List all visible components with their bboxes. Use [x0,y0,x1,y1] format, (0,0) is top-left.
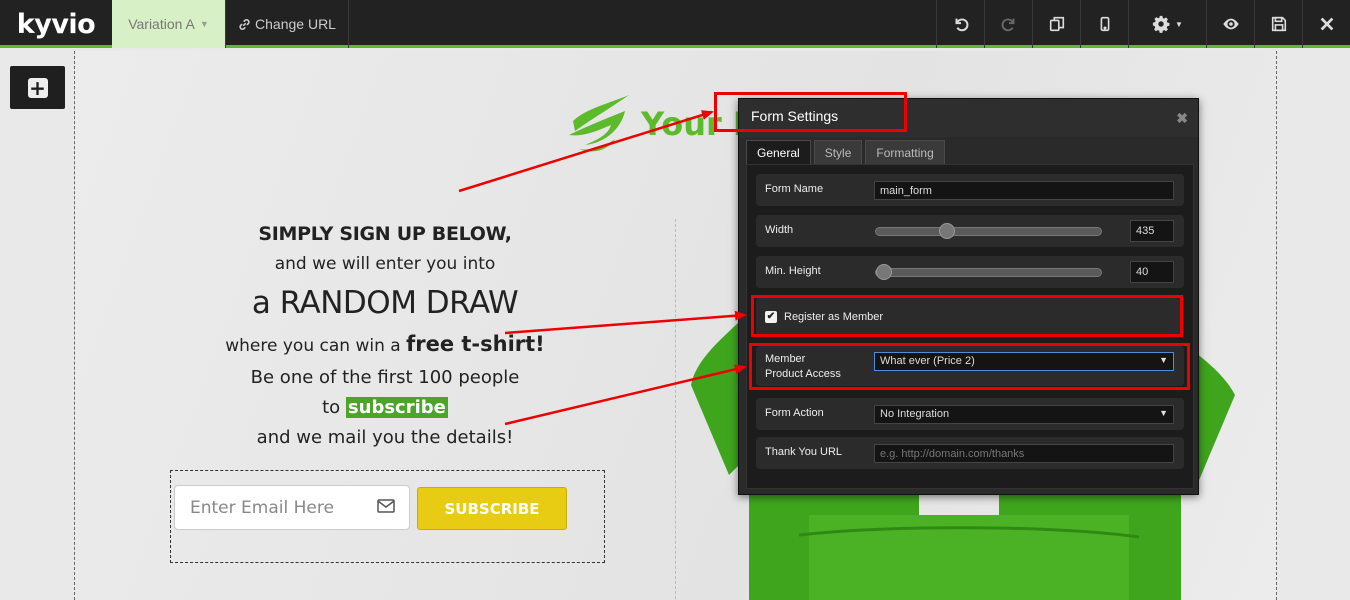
thank-you-url-label: Thank You URL [765,446,843,458]
signup-form[interactable]: SUBSCRIBE [170,470,605,563]
change-url-label: Change URL [255,16,336,32]
tab-style[interactable]: Style [813,140,863,164]
width-slider-handle[interactable] [939,223,955,239]
annotation-box-member-access [749,343,1190,390]
width-slider[interactable] [875,223,1102,239]
close-icon [1320,17,1333,31]
add-element-button[interactable]: + [10,66,65,109]
change-url-button[interactable]: Change URL [226,0,349,48]
form-action-row: Form Action No Integration ▼ [756,398,1184,430]
form-name-row: Form Name [756,174,1184,206]
headline-line-1: SIMPLY SIGN UP BELOW, [258,223,512,245]
dialog-close-icon[interactable]: ✖ [1176,110,1188,127]
min-height-slider-handle[interactable] [876,264,892,280]
variation-dropdown[interactable]: Variation A ▼ [112,0,226,48]
thank-you-url-row: Thank You URL [756,437,1184,469]
close-editor-button[interactable] [1302,0,1350,48]
undo-icon [955,18,968,32]
settings-dropdown[interactable]: ▼ [1128,0,1206,48]
min-height-row: Min. Height [756,256,1184,288]
caret-down-icon: ▼ [1175,19,1183,29]
top-toolbar: kyvio Variation A ▼ Change URL ▼ [0,0,1350,48]
preview-button[interactable] [1206,0,1254,48]
headline-line-2: and we will enter you into [274,254,496,274]
mobile-view-button[interactable] [1080,0,1128,48]
tab-formatting[interactable]: Formatting [865,140,945,164]
redo-icon [1001,18,1014,32]
min-height-slider[interactable] [875,264,1102,280]
variation-label: Variation A [128,16,195,32]
dialog-tabs: General Style Formatting [746,140,945,164]
min-height-label: Min. Height [765,265,821,277]
annotation-box-dialog-title [714,92,907,132]
subscribe-button[interactable]: SUBSCRIBE [417,487,567,530]
caret-down-icon: ▼ [199,19,209,29]
form-name-field[interactable] [874,181,1174,200]
column-divider [675,219,676,599]
width-row: Width [756,215,1184,247]
globe-swoosh-icon [569,95,629,152]
save-button[interactable] [1254,0,1302,48]
gear-icon [1152,15,1170,33]
headline-line-5: Be one of the first 100 people [250,367,520,388]
redo-button[interactable] [984,0,1032,48]
min-height-input[interactable] [1130,261,1174,283]
form-action-label: Form Action [765,407,824,419]
width-input[interactable] [1130,220,1174,242]
plus-icon: + [27,75,48,100]
form-name-label: Form Name [765,183,824,195]
headline-line-4: where you can win a free t-shirt! [225,332,545,356]
form-action-select[interactable]: No Integration ▼ [874,405,1174,424]
headline-line-3: a RANDOM DRAW [251,285,519,321]
signup-headline[interactable]: SIMPLY SIGN UP BELOW, and we will enter … [170,219,600,453]
subscribe-highlight: subscribe [345,397,448,418]
save-icon [1271,16,1286,32]
envelope-icon [377,499,395,513]
kyvio-logo: kyvio [16,8,96,40]
copy-button[interactable] [1032,0,1080,48]
annotation-box-register [751,295,1183,337]
width-label: Width [765,224,794,236]
headline-line-7: and we mail you the details! [256,427,514,448]
mobile-icon [1100,16,1109,32]
email-input[interactable] [174,485,410,530]
eye-icon [1222,18,1239,30]
copy-icon [1049,16,1064,32]
tab-general[interactable]: General [746,140,811,164]
caret-down-icon: ▼ [1159,408,1168,418]
undo-button[interactable] [936,0,984,48]
thank-you-url-field[interactable] [874,444,1174,463]
headline-line-6: to subscribe [322,397,448,418]
link-icon [239,18,250,30]
